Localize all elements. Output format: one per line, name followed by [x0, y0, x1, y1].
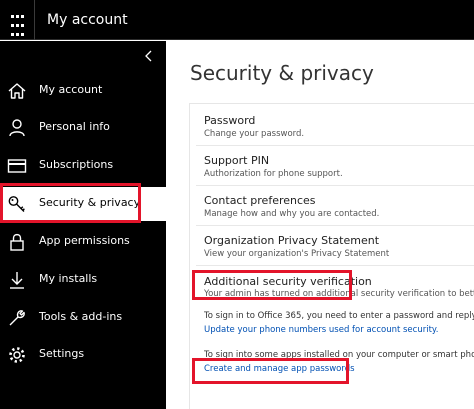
- sidebar-item-tools-add-ins[interactable]: Tools & add-ins: [0, 301, 166, 335]
- contact-preferences-subtitle: Manage how and why you are contacted.: [204, 209, 380, 219]
- sidebar-item-label: App permissions: [39, 234, 130, 247]
- divider: [196, 225, 474, 226]
- support-pin-title[interactable]: Support PIN: [204, 154, 269, 168]
- person-icon: [9, 119, 25, 137]
- chevron-left-icon[interactable]: [142, 48, 156, 64]
- divider: [196, 185, 474, 186]
- sidebar-item-label: Security & privacy: [39, 196, 141, 209]
- download-icon: [10, 272, 24, 289]
- sidebar-item-label: Tools & add-ins: [39, 310, 123, 323]
- sidebar-item-label: Personal info: [39, 120, 110, 133]
- top-bar: My account: [0, 0, 474, 40]
- sidebar-item-settings[interactable]: Settings: [0, 338, 166, 372]
- page-title: Security & privacy: [190, 61, 374, 85]
- sidebar-item-label: Subscriptions: [39, 158, 114, 171]
- wrench-icon: [9, 310, 25, 326]
- key-icon: [8, 196, 25, 212]
- app-passwords-text: To sign into some apps installed on your…: [204, 350, 474, 360]
- sidebar-item-personal-info[interactable]: Personal info: [0, 111, 166, 145]
- support-pin-subtitle: Authorization for phone support.: [204, 169, 343, 179]
- additional-verification-title[interactable]: Additional security verification: [204, 275, 372, 289]
- gear-icon: [9, 347, 25, 363]
- contact-preferences-title[interactable]: Contact preferences: [204, 194, 316, 208]
- password-subtitle: Change your password.: [204, 129, 305, 139]
- topbar-divider: [34, 0, 35, 40]
- password-title[interactable]: Password: [204, 114, 255, 128]
- sidebar-item-label: My installs: [39, 272, 98, 285]
- update-phone-link[interactable]: Update your phone numbers used for accou…: [204, 325, 438, 336]
- app-passwords-link[interactable]: Create and manage app passwords: [204, 364, 355, 375]
- lock-icon: [10, 233, 24, 251]
- privacy-statement-title[interactable]: Organization Privacy Statement: [204, 234, 379, 248]
- office-signin-text: To sign in to Office 365, you need to en…: [204, 311, 474, 321]
- additional-verification-subtitle: Your admin has turned on additional secu…: [204, 289, 474, 299]
- sidebar-item-label: My account: [39, 83, 103, 96]
- divider: [196, 145, 474, 146]
- sidebar-item-label: Settings: [39, 347, 85, 360]
- sidebar-item-app-permissions[interactable]: App permissions: [0, 225, 166, 259]
- privacy-statement-subtitle: View your organization's Privacy Stateme…: [204, 249, 390, 259]
- home-icon: [8, 83, 26, 99]
- sidebar-item-security-privacy[interactable]: Security & privacy: [0, 187, 166, 221]
- sidebar-item-subscriptions[interactable]: Subscriptions: [0, 149, 166, 183]
- app-title: My account: [47, 12, 128, 28]
- sidebar-item-my-installs[interactable]: My installs: [0, 263, 166, 297]
- divider: [196, 265, 474, 266]
- app-launcher-icon[interactable]: [0, 0, 34, 40]
- sidebar-item-my-account[interactable]: My account: [0, 74, 166, 108]
- card-icon: [7, 159, 27, 173]
